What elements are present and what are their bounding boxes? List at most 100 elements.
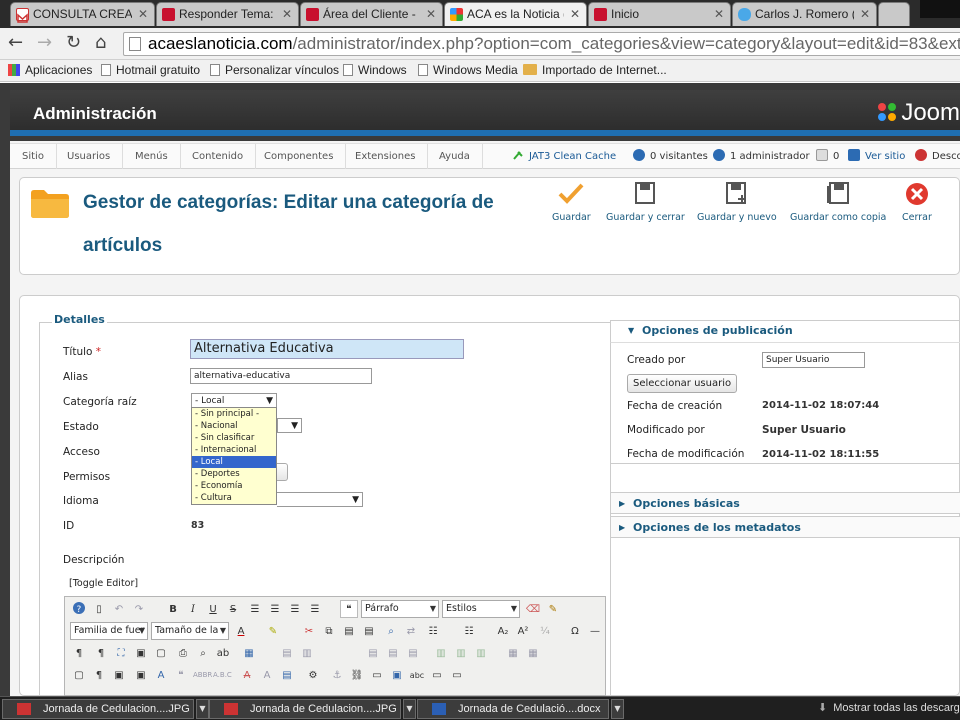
- paragraph-icon[interactable]: ¶: [90, 666, 108, 684]
- bookmark-hotmail[interactable]: Hotmail gratuito: [101, 63, 200, 77]
- tab-responder[interactable]: Responder Tema: ✕: [156, 2, 299, 26]
- menu-componentes[interactable]: Componentes: [252, 144, 347, 169]
- title-input[interactable]: Alternativa Educativa: [190, 339, 464, 359]
- split-cells-icon[interactable]: ▤: [384, 644, 402, 662]
- bold-icon[interactable]: B: [164, 600, 182, 618]
- bookmark-windows[interactable]: Windows: [343, 63, 407, 77]
- ordered-list-icon[interactable]: ☷: [424, 622, 442, 640]
- reload-icon[interactable]: ↻: [66, 33, 81, 53]
- logout-link[interactable]: Desco: [915, 144, 960, 169]
- eraser-icon[interactable]: ⌫: [524, 600, 542, 618]
- blockquote-icon[interactable]: ❝: [340, 600, 358, 618]
- find-icon[interactable]: ⌕: [194, 644, 212, 662]
- dropdown-option[interactable]: - Sin principal -: [192, 408, 276, 420]
- cut-icon[interactable]: ✂: [300, 622, 318, 640]
- row-props-icon[interactable]: ▦: [524, 644, 542, 662]
- toggle-editor-link[interactable]: [Toggle Editor]: [69, 578, 138, 589]
- align-justify-icon[interactable]: ☰: [246, 600, 264, 618]
- window-controls[interactable]: [920, 0, 960, 18]
- tab-close-icon[interactable]: ✕: [570, 3, 580, 25]
- download-item-1[interactable]: Jornada de Cedulacion....JPG: [2, 699, 194, 719]
- clean-icon[interactable]: ✎: [544, 600, 562, 618]
- align-left-icon[interactable]: ☰: [286, 600, 304, 618]
- insert-col-after-icon[interactable]: ▥: [452, 644, 470, 662]
- search-icon[interactable]: ⌕: [382, 622, 400, 640]
- menu-usuarios[interactable]: Usuarios: [55, 144, 124, 169]
- font-size-select[interactable]: Tamaño de la ▼: [151, 622, 229, 640]
- italic-icon[interactable]: I: [184, 600, 202, 618]
- dropdown-option[interactable]: - Internacional: [192, 444, 276, 456]
- state-select[interactable]: ▼: [277, 418, 302, 433]
- save-new-button[interactable]: Guardar y nuevo: [697, 182, 777, 223]
- format-select[interactable]: Párrafo ▼: [361, 600, 439, 618]
- bookmark-importado[interactable]: Importado de Internet...: [523, 63, 667, 77]
- dropdown-option[interactable]: - Nacional: [192, 420, 276, 432]
- insert-text-icon[interactable]: A: [258, 666, 276, 684]
- template-icon[interactable]: ⚙: [304, 666, 322, 684]
- media-icon[interactable]: ▣: [132, 666, 150, 684]
- new-tab-button[interactable]: [878, 2, 910, 26]
- cache-status[interactable]: JAT3 Clean Cache: [512, 144, 616, 169]
- download-menu-icon[interactable]: ▼: [403, 699, 416, 719]
- delete-col-icon[interactable]: ▥: [472, 644, 490, 662]
- tab-close-icon[interactable]: ✕: [138, 3, 148, 25]
- tab-close-icon[interactable]: ✕: [426, 3, 436, 25]
- link-icon[interactable]: ⛓: [348, 666, 366, 684]
- attributes-icon[interactable]: ▤: [278, 666, 296, 684]
- highlight-color-icon[interactable]: ✎: [264, 622, 282, 640]
- copy-icon[interactable]: ⧉: [320, 622, 338, 640]
- preview-icon[interactable]: ▣: [132, 644, 150, 662]
- insert-image-icon[interactable]: ▣: [388, 666, 406, 684]
- acronym-icon[interactable]: A.B.C: [212, 666, 232, 684]
- messages-status[interactable]: 0: [816, 144, 839, 169]
- menu-contenido[interactable]: Contenido: [180, 144, 257, 169]
- forward-icon[interactable]: →: [37, 33, 52, 53]
- tab-close-icon[interactable]: ✕: [282, 3, 292, 25]
- permissions-button[interactable]: [277, 463, 288, 481]
- menu-ayuda[interactable]: Ayuda: [427, 144, 483, 169]
- metadata-options-header[interactable]: ▶ Opciones de los metadatos: [610, 516, 960, 538]
- tab-gmail[interactable]: CONSULTA CREAC ✕: [10, 2, 155, 26]
- tab-close-icon[interactable]: ✕: [714, 3, 724, 25]
- select-user-button[interactable]: Seleccionar usuario: [627, 374, 738, 393]
- image-icon[interactable]: ▣: [110, 666, 128, 684]
- superscript-icon[interactable]: A²: [514, 622, 532, 640]
- code-icon[interactable]: ▢: [152, 644, 170, 662]
- menu-menus[interactable]: Menús: [123, 144, 181, 169]
- spellcheck-icon[interactable]: ab: [214, 644, 232, 662]
- paste-icon[interactable]: ▤: [340, 622, 358, 640]
- table-icon[interactable]: ▦: [240, 644, 258, 662]
- download-menu-icon[interactable]: ▼: [196, 699, 209, 719]
- view-site-link[interactable]: Ver sitio: [848, 144, 905, 169]
- download-item-3[interactable]: Jornada de Cedulació....docx: [417, 699, 609, 719]
- spellchecker-icon[interactable]: abc: [408, 666, 426, 684]
- bookmark-windows-media[interactable]: Windows Media: [418, 63, 518, 77]
- delete-row-icon[interactable]: ▤: [404, 644, 422, 662]
- fullscreen-icon[interactable]: ⛶: [112, 644, 130, 662]
- dropdown-option[interactable]: - Sin clasificar: [192, 432, 276, 444]
- anchor-icon[interactable]: ⚓: [328, 666, 346, 684]
- ltr-icon[interactable]: ¶: [70, 644, 88, 662]
- unordered-list-icon[interactable]: ☷: [460, 622, 478, 640]
- insert-col-before-icon[interactable]: ▥: [432, 644, 450, 662]
- save-copy-button[interactable]: Guardar como copia: [790, 182, 886, 223]
- text-color-icon[interactable]: A: [232, 622, 250, 640]
- help-button[interactable]: A: [952, 182, 960, 223]
- merge-cells-icon[interactable]: ▤: [364, 644, 382, 662]
- underline-icon[interactable]: U: [204, 600, 222, 618]
- bookmark-apps[interactable]: Aplicaciones: [8, 63, 92, 77]
- layer-icon[interactable]: ▭: [428, 666, 446, 684]
- align-right-icon[interactable]: ☰: [306, 600, 324, 618]
- close-button[interactable]: Cerrar: [902, 182, 932, 223]
- cell-props-icon[interactable]: ▦: [504, 644, 522, 662]
- language-select[interactable]: ▼: [277, 492, 363, 507]
- visual-aid-icon[interactable]: ▢: [70, 666, 88, 684]
- bookmark-personalizar[interactable]: Personalizar vínculos: [210, 63, 339, 77]
- strikethrough-icon[interactable]: S: [224, 600, 242, 618]
- redo-icon[interactable]: ↷: [130, 600, 148, 618]
- home-icon[interactable]: ⌂: [95, 33, 106, 53]
- rtl-icon[interactable]: ¶: [92, 644, 110, 662]
- special-char-icon[interactable]: ¼: [536, 622, 554, 640]
- table-row-icon[interactable]: ▤: [278, 644, 296, 662]
- dropdown-option[interactable]: - Local: [192, 456, 276, 468]
